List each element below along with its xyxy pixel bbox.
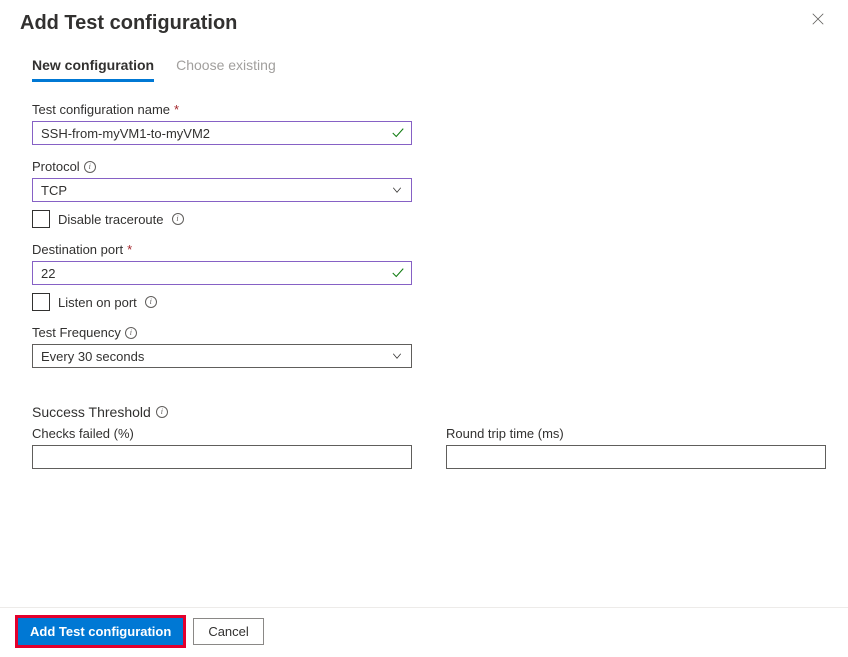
label-disable-traceroute: Disable traceroute	[58, 212, 164, 227]
threshold-row: Checks failed (%) Round trip time (ms)	[32, 426, 818, 469]
label-frequency-text: Test Frequency	[32, 325, 121, 340]
label-dest-port: Destination port *	[32, 242, 818, 257]
input-checks-failed[interactable]	[32, 445, 412, 469]
check-icon	[391, 126, 405, 140]
section-success-threshold-text: Success Threshold	[32, 404, 151, 420]
info-icon[interactable]: i	[125, 327, 137, 339]
checkbox-disable-traceroute[interactable]	[32, 210, 50, 228]
row-disable-traceroute: Disable traceroute i	[32, 210, 818, 228]
panel-header: Add Test configuration	[0, 0, 848, 39]
field-dest-port: Destination port * 22 Listen on port i	[32, 242, 818, 311]
select-frequency-value: Every 30 seconds	[41, 349, 144, 364]
required-asterisk: *	[127, 242, 132, 257]
label-config-name-text: Test configuration name	[32, 102, 170, 117]
select-protocol[interactable]: TCP	[32, 178, 412, 202]
label-protocol: Protocol i	[32, 159, 818, 174]
label-config-name: Test configuration name *	[32, 102, 818, 117]
col-checks-failed: Checks failed (%)	[32, 426, 412, 469]
tab-new-configuration[interactable]: New configuration	[32, 57, 154, 82]
select-frequency[interactable]: Every 30 seconds	[32, 344, 412, 368]
row-listen-on-port: Listen on port i	[32, 293, 818, 311]
panel-title: Add Test configuration	[20, 12, 237, 35]
label-rtt: Round trip time (ms)	[446, 426, 826, 441]
check-icon	[391, 266, 405, 280]
panel-content: New configuration Choose existing Test c…	[0, 39, 848, 469]
info-icon[interactable]: i	[145, 296, 157, 308]
panel-footer: Add Test configuration Cancel	[0, 607, 848, 657]
field-frequency: Test Frequency i Every 30 seconds	[32, 325, 818, 368]
checkbox-listen-on-port[interactable]	[32, 293, 50, 311]
field-protocol: Protocol i TCP Disable traceroute i	[32, 159, 818, 228]
input-dest-port[interactable]: 22	[32, 261, 412, 285]
label-frequency: Test Frequency i	[32, 325, 818, 340]
section-success-threshold: Success Threshold i	[32, 404, 818, 420]
input-dest-port-value: 22	[41, 266, 55, 281]
info-icon[interactable]: i	[156, 406, 168, 418]
tabs: New configuration Choose existing	[32, 57, 818, 82]
label-checks-failed: Checks failed (%)	[32, 426, 412, 441]
add-test-config-panel: Add Test configuration New configuration…	[0, 0, 848, 657]
add-test-configuration-button[interactable]: Add Test configuration	[18, 618, 183, 645]
label-listen-on-port: Listen on port	[58, 295, 137, 310]
input-config-name-value: SSH-from-myVM1-to-myVM2	[41, 126, 210, 141]
cancel-button[interactable]: Cancel	[193, 618, 263, 645]
input-rtt[interactable]	[446, 445, 826, 469]
close-icon[interactable]	[808, 12, 828, 32]
label-protocol-text: Protocol	[32, 159, 80, 174]
required-asterisk: *	[174, 102, 179, 117]
input-config-name[interactable]: SSH-from-myVM1-to-myVM2	[32, 121, 412, 145]
info-icon[interactable]: i	[84, 161, 96, 173]
tab-choose-existing[interactable]: Choose existing	[176, 57, 276, 82]
label-dest-port-text: Destination port	[32, 242, 123, 257]
chevron-down-icon	[391, 184, 403, 196]
field-config-name: Test configuration name * SSH-from-myVM1…	[32, 102, 818, 145]
select-protocol-value: TCP	[41, 183, 67, 198]
info-icon[interactable]: i	[172, 213, 184, 225]
col-rtt: Round trip time (ms)	[446, 426, 826, 469]
chevron-down-icon	[391, 350, 403, 362]
